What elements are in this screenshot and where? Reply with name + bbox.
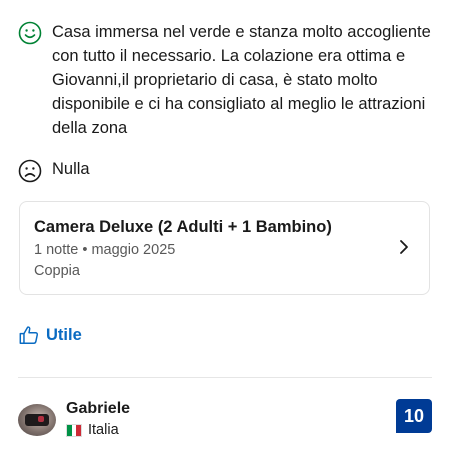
thumbs-up-icon	[19, 326, 39, 344]
divider	[18, 377, 432, 378]
helpful-button[interactable]: Utile	[18, 324, 82, 346]
country-name: Italia	[88, 422, 119, 438]
chevron-right-icon	[400, 240, 408, 254]
helpful-label: Utile	[46, 325, 82, 344]
smiley-sad-icon	[18, 159, 42, 183]
reviewer-name: Gabriele	[66, 400, 131, 417]
stay-details-card[interactable]: Camera Deluxe (2 Adulti + 1 Bambino) 1 n…	[19, 201, 430, 295]
negative-review-text: Nulla	[52, 160, 90, 178]
avatar[interactable]	[18, 404, 56, 436]
stay-duration-date: 1 notte • maggio 2025	[34, 242, 176, 258]
negative-review: Nulla	[18, 158, 432, 183]
reviewer-country: Italia	[66, 422, 119, 438]
review-score-badge: 10	[396, 399, 432, 433]
italy-flag-icon	[66, 423, 82, 437]
smiley-happy-icon	[18, 21, 42, 45]
reviewer-info: Gabriele Italia 10	[18, 398, 432, 440]
traveler-type: Coppia	[34, 263, 80, 279]
positive-review: Casa immersa nel verde e stanza molto ac…	[18, 20, 432, 140]
positive-review-text: Casa immersa nel verde e stanza molto ac…	[52, 23, 431, 137]
room-type: Camera Deluxe (2 Adulti + 1 Bambino)	[34, 218, 332, 236]
